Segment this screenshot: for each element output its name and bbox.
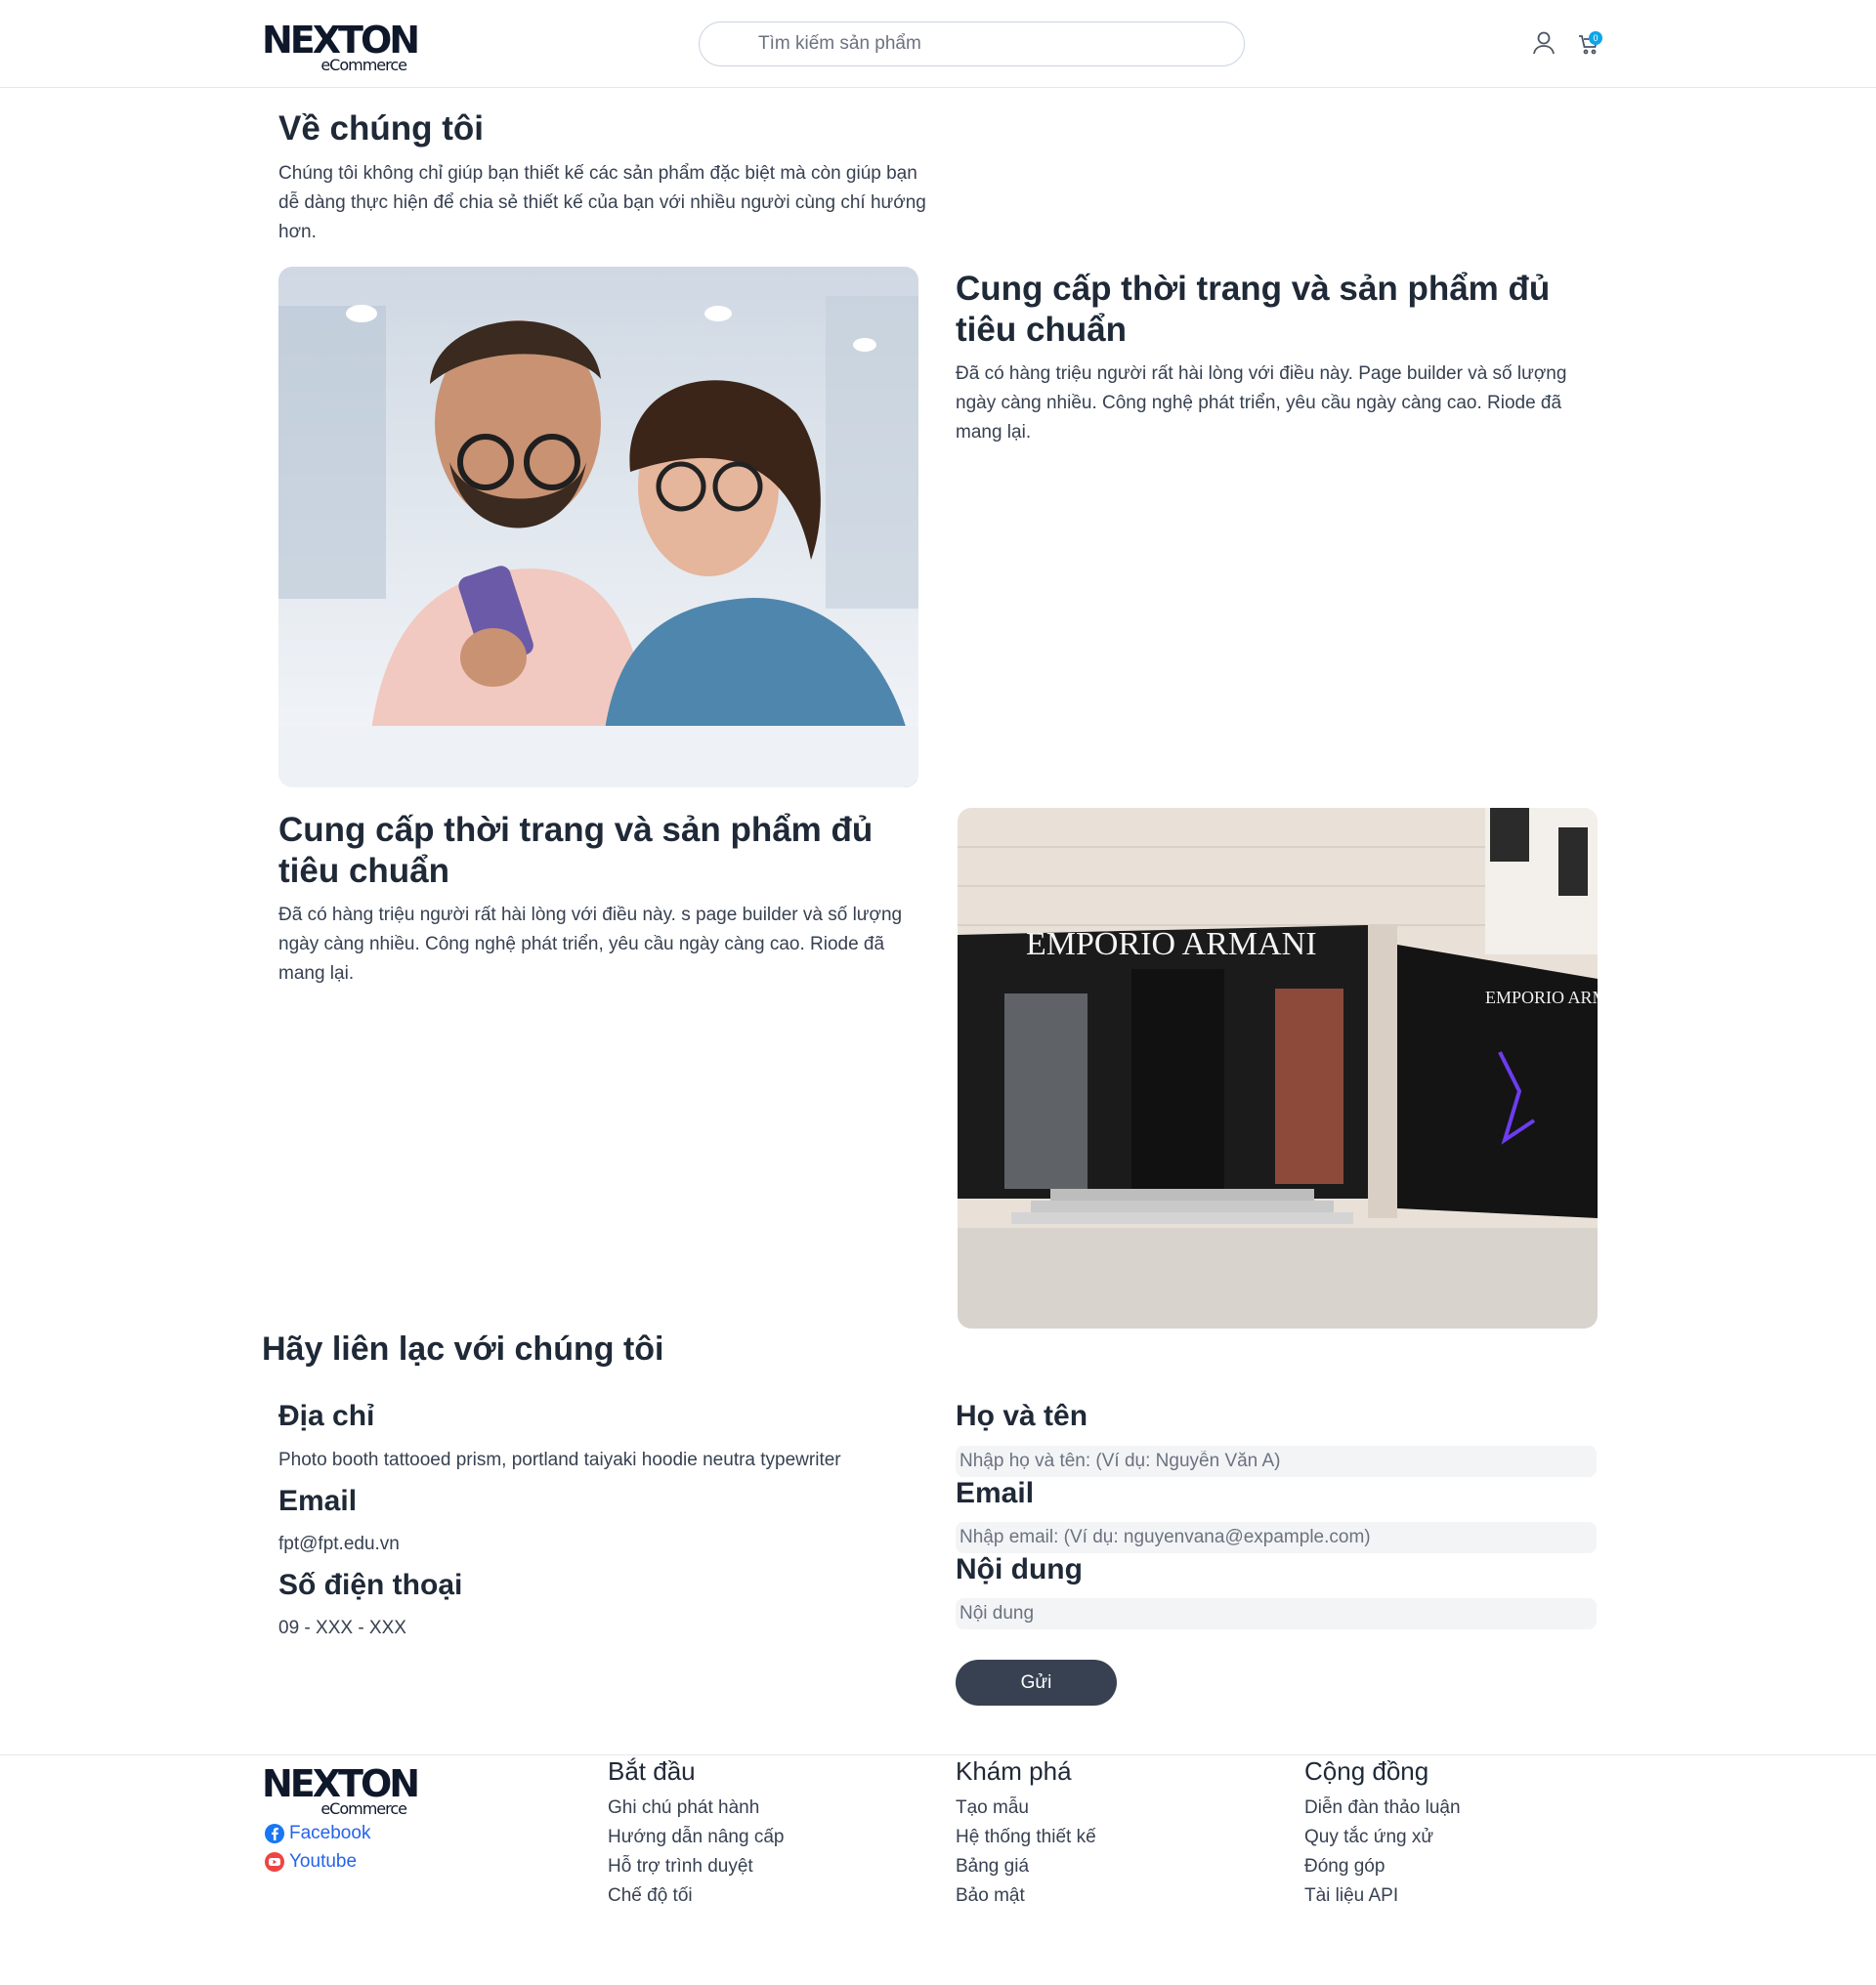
footer-link-design-system[interactable]: Hệ thống thiết kế xyxy=(956,1827,1096,1848)
footer-divider xyxy=(0,1754,1876,1755)
couple-photo xyxy=(278,267,918,787)
block2-text: Đã có hàng triệu người rất hài lòng với … xyxy=(278,905,903,984)
footer-link-security[interactable]: Bảo mật xyxy=(956,1885,1025,1907)
header: NEXTON eCommerce 0 xyxy=(0,0,1876,88)
phone-label: Số điện thoại xyxy=(278,1569,463,1601)
form-email-label: Email xyxy=(956,1477,1035,1509)
footer-link-dark-mode[interactable]: Chế độ tối xyxy=(608,1885,693,1907)
phone-value: 09 - XXX - XXX xyxy=(278,1618,406,1638)
footer-logo[interactable]: NEXTON eCommerce xyxy=(262,1763,420,1822)
email-value: fpt@fpt.edu.vn xyxy=(278,1534,400,1554)
youtube-label: Youtube xyxy=(289,1851,358,1872)
store-photo-illustration: EMPORIO ARMANI EMPORIO ARMANI xyxy=(958,808,1598,1329)
footer-col-community-title: Cộng đồng xyxy=(1304,1756,1429,1786)
footer-link-release-notes[interactable]: Ghi chú phát hành xyxy=(608,1797,759,1819)
send-button[interactable]: Gửi xyxy=(956,1660,1117,1706)
couple-photo-illustration xyxy=(278,267,918,787)
footer-col-explore-title: Khám phá xyxy=(956,1756,1072,1786)
email-field[interactable] xyxy=(956,1522,1597,1553)
cart-badge: 0 xyxy=(1589,31,1602,45)
facebook-icon xyxy=(265,1824,284,1843)
about-title: Về chúng tôi xyxy=(278,109,484,148)
search-input[interactable] xyxy=(758,22,1227,65)
facebook-link[interactable]: Facebook xyxy=(264,1823,370,1844)
logo-brand: NEXTON xyxy=(262,19,420,62)
logo-sub: eCommerce xyxy=(320,56,407,74)
footer-link-api-docs[interactable]: Tài liệu API xyxy=(1304,1885,1398,1907)
facebook-label: Facebook xyxy=(289,1823,371,1843)
footer-link-templates[interactable]: Tạo mẫu xyxy=(956,1797,1029,1819)
logo[interactable]: NEXTON eCommerce xyxy=(262,20,420,78)
block1-text: Đã có hàng triệu người rất hài lòng với … xyxy=(956,363,1567,443)
user-icon[interactable] xyxy=(1531,30,1556,56)
content-field[interactable] xyxy=(956,1598,1597,1629)
address-label: Địa chỉ xyxy=(278,1400,375,1432)
footer-col-start-title: Bắt đầu xyxy=(608,1756,696,1786)
footer-link-forum[interactable]: Diễn đàn thảo luận xyxy=(1304,1797,1461,1819)
address-value: Photo booth tattooed prism, portland tai… xyxy=(278,1450,841,1470)
block2-title: Cung cấp thời trang và sản phẩm đủ tiêu … xyxy=(278,811,874,890)
store-sign-side: EMPORIO ARMANI xyxy=(1485,988,1598,1007)
footer-logo-brand: NEXTON xyxy=(262,1762,420,1805)
form-name-label: Họ và tên xyxy=(956,1400,1088,1432)
footer-link-browser-support[interactable]: Hỗ trợ trình duyệt xyxy=(608,1856,753,1878)
contact-title: Hãy liên lạc với chúng tôi xyxy=(262,1330,664,1368)
about-intro: Chúng tôi không chỉ giúp bạn thiết kế cá… xyxy=(278,163,926,242)
youtube-link[interactable]: Youtube xyxy=(264,1851,357,1873)
youtube-icon xyxy=(265,1852,284,1872)
footer-link-upgrade-guide[interactable]: Hướng dẫn nâng cấp xyxy=(608,1827,784,1848)
email-label: Email xyxy=(278,1485,358,1517)
footer-link-pricing[interactable]: Bảng giá xyxy=(956,1856,1029,1878)
name-field[interactable] xyxy=(956,1446,1597,1477)
block1-title: Cung cấp thời trang và sản phẩm đủ tiêu … xyxy=(956,270,1551,349)
store-photo: EMPORIO ARMANI EMPORIO ARMANI xyxy=(958,808,1598,1329)
footer-link-contributing[interactable]: Đóng góp xyxy=(1304,1856,1385,1878)
store-sign-main: EMPORIO ARMANI xyxy=(1026,926,1317,962)
search-bar[interactable] xyxy=(699,21,1245,66)
footer-link-code-of-conduct[interactable]: Quy tắc ứng xử xyxy=(1304,1827,1433,1848)
footer-logo-sub: eCommerce xyxy=(320,1799,407,1818)
form-content-label: Nội dung xyxy=(956,1553,1083,1585)
